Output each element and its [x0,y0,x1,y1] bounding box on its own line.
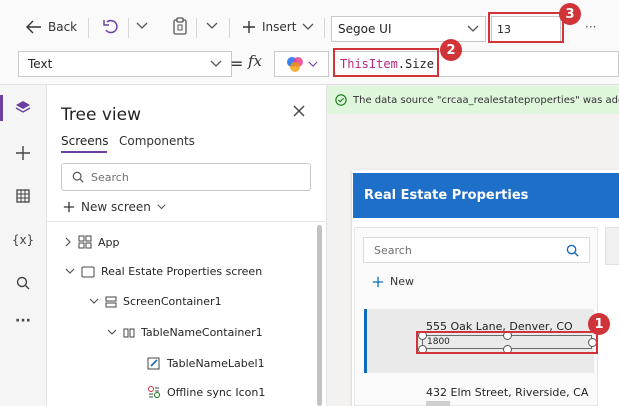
tree-item-label: Offline sync Icon1 [167,385,266,399]
tree-item-label: Real Estate Properties screen [101,265,263,278]
divider [47,221,325,222]
chevron-down-icon [467,25,479,33]
new-record-label: New [390,275,414,288]
step-badge-3: 3 [559,3,581,25]
left-rail: {x} ··· [0,85,47,406]
chevron-down-icon [107,329,117,336]
add-icon[interactable] [13,143,33,163]
search-icon [72,171,84,183]
tree-item-screen-container[interactable]: ScreenContainer1 [89,295,222,308]
side-panel [605,227,619,265]
label-icon [147,356,161,370]
app-header[interactable]: Real Estate Properties [353,173,619,218]
paste-button[interactable] [172,17,188,35]
plus-icon [372,276,384,288]
new-screen-label: New screen [81,200,151,214]
chevron-down-icon [210,60,222,68]
tab-active-underline [61,151,107,153]
toolbar-divider [128,18,129,38]
tree-search-input[interactable]: Search [61,163,311,191]
search-icon[interactable] [13,273,33,293]
chevron-down-icon [65,268,75,275]
fx-icon: fx [248,52,263,70]
font-family-value: Segoe UI [338,22,392,36]
tree-item-app[interactable]: App [65,235,120,249]
new-screen-button[interactable]: New screen [63,200,166,214]
tree-view-title: Tree view [61,105,141,125]
variables-icon[interactable]: {x} [12,230,34,250]
new-record-button[interactable]: New [372,275,414,288]
screen-icon [81,266,95,278]
highlight-box-font-size [488,12,564,43]
back-label: Back [48,20,78,34]
equals-sign: = [230,54,244,73]
tree-view-pane: Tree view Screens Components Search New … [47,85,327,406]
plus-icon [63,201,75,213]
list-item-size-placeholder [426,401,450,406]
tree-item-label: ScreenContainer1 [123,295,222,308]
chevron-down-icon [89,298,99,305]
more-options-icon[interactable]: ··· [585,20,596,34]
tree-item-offline-sync-icon[interactable]: Offline sync Icon1 [147,385,265,399]
sync-icon [147,385,161,399]
tree-item-label: TableNameContainer1 [141,326,263,339]
container-icon [105,296,117,308]
plus-icon [242,20,256,34]
data-source-notice: The data source "crcaa_realestatepropert… [327,86,619,114]
app-icon [78,235,92,249]
data-table-icon[interactable] [13,186,33,206]
tree-item-label: App [98,235,120,249]
layers-icon[interactable] [13,98,33,118]
back-button[interactable]: Back [26,20,77,34]
step-badge-1: 1 [588,313,610,335]
chevron-down-icon [157,204,166,210]
tree-item-table-name-container[interactable]: TableNameContainer1 [107,326,263,339]
tab-components[interactable]: Components [119,134,195,148]
paste-menu-chevron-icon[interactable] [206,22,218,30]
step-badge-2: 2 [440,39,462,61]
gallery-search-placeholder: Search [374,243,412,257]
tree-scrollbar[interactable] [317,225,322,406]
insert-button[interactable]: Insert [242,20,314,34]
chevron-down-icon [307,61,318,68]
highlight-box-formula [333,48,439,77]
tab-screens[interactable]: Screens [61,134,109,148]
undo-menu-chevron-icon[interactable] [136,22,148,30]
chevron-down-icon [302,23,314,31]
copilot-icon [286,56,304,72]
property-value: Text [28,57,53,71]
tree-item-label: TableNameLabel1 [167,356,265,370]
chevron-right-icon [65,237,72,247]
more-icon[interactable]: ··· [13,311,33,331]
back-arrow-icon [26,20,42,34]
check-circle-icon [335,94,347,106]
undo-button[interactable] [102,19,120,35]
search-icon [566,244,579,257]
highlight-box-size-label [416,331,598,354]
insert-label: Insert [262,20,297,34]
tree-search-placeholder: Search [91,170,129,184]
toolbar-divider [324,18,325,38]
copilot-button[interactable] [274,51,329,77]
close-icon[interactable] [292,104,306,118]
gallery-search-input[interactable]: Search [363,237,590,263]
toolbar-divider [88,18,89,38]
tree-item-table-name-label[interactable]: TableNameLabel1 [147,356,265,370]
columns-icon [123,327,135,339]
notice-text: The data source "crcaa_realestatepropert… [353,94,619,106]
toolbar-divider [229,18,230,38]
property-select[interactable]: Text [18,51,232,77]
toolbar-divider [196,18,197,38]
tree-item-screen[interactable]: Real Estate Properties screen [65,265,262,278]
list-item-address: 432 Elm Street, Riverside, CA [426,386,589,399]
active-indicator [0,95,3,121]
font-family-select[interactable]: Segoe UI [331,16,486,42]
